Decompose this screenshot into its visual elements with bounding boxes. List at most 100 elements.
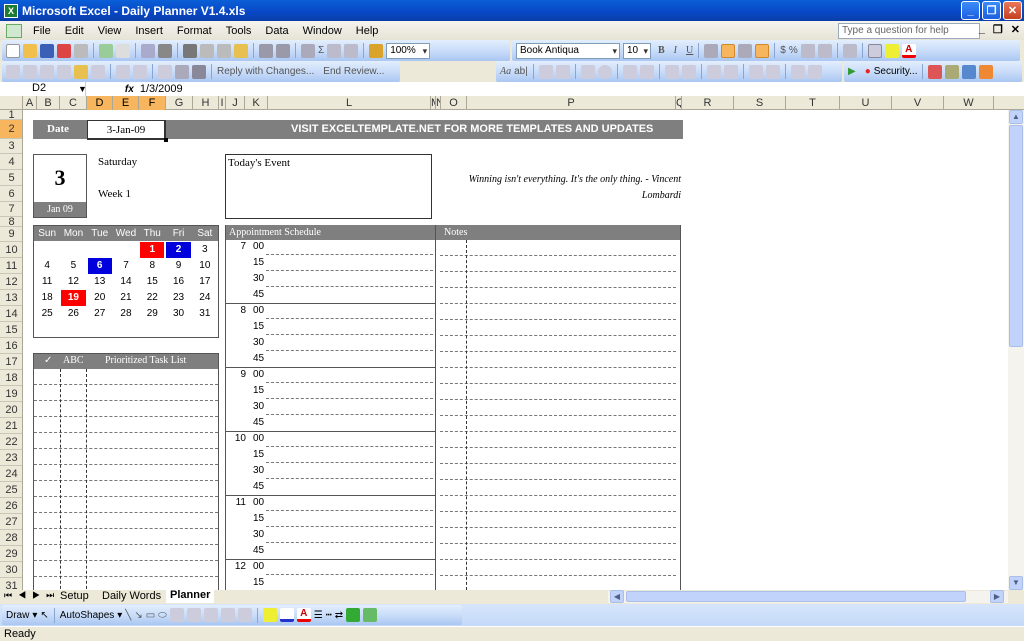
control-properties-icon[interactable] (748, 64, 763, 79)
notes-line[interactable] (440, 432, 676, 448)
notes-line[interactable] (440, 528, 676, 544)
toggle-grid-icon[interactable] (790, 64, 805, 79)
formula-input[interactable]: 1/3/2009 (140, 83, 183, 95)
calendar-day[interactable]: 13 (88, 274, 112, 290)
row-header[interactable]: 9 (0, 227, 22, 242)
name-box[interactable]: D2 (0, 82, 86, 96)
column-header[interactable]: F (139, 96, 166, 110)
row-header[interactable]: 6 (0, 186, 22, 202)
text-box-icon[interactable] (169, 608, 184, 622)
percent-button[interactable]: % (789, 45, 798, 56)
menu-edit[interactable]: Edit (58, 25, 91, 37)
control-toolbox-icon[interactable] (945, 64, 960, 79)
row-header[interactable]: 12 (0, 274, 22, 290)
column-header[interactable]: T (786, 96, 840, 110)
wordart-icon[interactable] (186, 608, 201, 622)
indent-icon[interactable] (842, 43, 857, 58)
calendar-day[interactable]: 2 (166, 242, 191, 258)
new-comment-icon[interactable] (6, 64, 20, 79)
column-header[interactable]: B (37, 96, 60, 110)
calendar-day[interactable]: 28 (114, 306, 138, 322)
column-header[interactable]: U (840, 96, 892, 110)
column-header[interactable]: H (193, 96, 219, 110)
fx-icon[interactable]: fx (125, 84, 134, 95)
notes-line[interactable] (440, 352, 676, 368)
label-tool-icon[interactable]: Aa (500, 66, 511, 77)
row-header[interactable]: 28 (0, 530, 22, 546)
increase-decimal-icon[interactable] (800, 43, 815, 58)
calendar-day[interactable]: 7 (114, 258, 138, 274)
menu-window[interactable]: Window (296, 25, 349, 37)
undo-icon[interactable] (259, 43, 273, 58)
oval-tool-icon[interactable]: ⬭ (158, 610, 167, 621)
row-header[interactable]: 17 (0, 354, 22, 370)
column-header[interactable]: S (734, 96, 786, 110)
calendar-day[interactable]: 10 (193, 258, 217, 274)
row-header[interactable]: 16 (0, 338, 22, 354)
task-row[interactable] (34, 465, 218, 481)
column-header[interactable]: K (245, 96, 268, 110)
tab-planner[interactable]: Planner (166, 589, 215, 603)
reply-with-changes-button[interactable]: Reply with Changes... (217, 66, 314, 77)
notes-line[interactable] (440, 560, 676, 576)
scroll-down-button[interactable]: ▼ (1009, 576, 1023, 590)
notes-line[interactable] (440, 304, 676, 320)
row-header[interactable]: 22 (0, 434, 22, 450)
fill-handle[interactable] (164, 138, 168, 142)
task-row[interactable] (34, 497, 218, 513)
scroll-left-button[interactable]: ◀ (610, 590, 624, 603)
3d-style-icon[interactable] (363, 608, 378, 622)
row-header[interactable]: 23 (0, 450, 22, 466)
calendar-day[interactable]: 30 (166, 306, 190, 322)
column-header[interactable]: O (441, 96, 467, 110)
run-dialog-icon[interactable] (807, 64, 822, 79)
scroll-bar-icon[interactable] (706, 64, 721, 79)
task-row[interactable] (34, 433, 218, 449)
column-header[interactable]: E (113, 96, 139, 110)
appointment-slot[interactable] (266, 542, 433, 543)
calendar-day[interactable]: 20 (88, 290, 112, 306)
decrease-decimal-icon[interactable] (817, 43, 832, 58)
notes-line[interactable] (440, 256, 676, 272)
hyperlink-icon[interactable] (301, 43, 315, 58)
doc-restore-button[interactable]: ❐ (993, 23, 1003, 36)
option-button-icon[interactable] (597, 64, 612, 79)
task-row[interactable] (34, 385, 218, 401)
calendar-day[interactable]: 17 (193, 274, 217, 290)
appointment-slot[interactable] (266, 478, 433, 479)
edit-box-tool-icon[interactable]: ab| (514, 66, 528, 77)
row-header[interactable]: 27 (0, 514, 22, 530)
appointment-slot[interactable] (266, 254, 433, 255)
checkbox-tool-icon[interactable] (580, 64, 595, 79)
notes-line[interactable] (440, 512, 676, 528)
design-mode-icon[interactable] (962, 64, 977, 79)
combo-box-icon[interactable] (639, 64, 654, 79)
task-row[interactable] (34, 529, 218, 545)
paste-icon[interactable] (217, 43, 231, 58)
combo-dropdown-icon[interactable] (681, 64, 696, 79)
notes-line[interactable] (440, 240, 676, 256)
calendar-day[interactable]: 22 (140, 290, 164, 306)
notes-line[interactable] (440, 320, 676, 336)
row-header[interactable]: 8 (0, 217, 22, 228)
notes-line[interactable] (440, 288, 676, 304)
doc-minimize-button[interactable]: _ (979, 23, 985, 36)
close-button[interactable]: ✕ (1003, 1, 1022, 20)
column-header[interactable]: R (682, 96, 734, 110)
row-header[interactable]: 20 (0, 402, 22, 418)
row-header[interactable]: 15 (0, 322, 22, 338)
calendar-day[interactable]: 3 (193, 242, 217, 258)
row-header[interactable]: 25 (0, 482, 22, 498)
combo-list-icon[interactable] (664, 64, 679, 79)
previous-comment-icon[interactable] (23, 64, 37, 79)
borders-icon[interactable] (867, 43, 882, 58)
row-header[interactable]: 30 (0, 562, 22, 578)
align-center-icon[interactable] (721, 43, 736, 58)
appointment-slot[interactable] (266, 574, 433, 575)
doc-close-button[interactable]: ✕ (1011, 23, 1020, 36)
task-row[interactable] (34, 369, 218, 385)
calendar-day[interactable]: 12 (61, 274, 85, 290)
menu-file[interactable]: File (26, 25, 58, 37)
appointment-slot[interactable] (266, 350, 433, 351)
line-style-icon[interactable]: ☰ (314, 610, 323, 621)
